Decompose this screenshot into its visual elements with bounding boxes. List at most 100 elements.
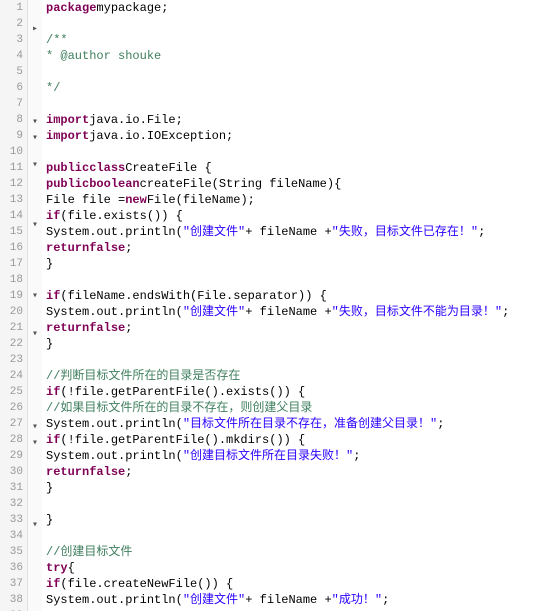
fold-marker bbox=[28, 234, 42, 245]
fold-marker bbox=[28, 496, 42, 507]
pl-token: ; bbox=[437, 416, 444, 432]
pl-token: (fileName.endsWith(File.separator)) { bbox=[60, 288, 326, 304]
pl-token: java.io.IOException; bbox=[89, 128, 233, 144]
pl-token: ; bbox=[353, 448, 360, 464]
fold-marker bbox=[28, 82, 42, 93]
pl-token: createFile(String fileName){ bbox=[140, 176, 342, 192]
fold-marker bbox=[28, 387, 42, 398]
line-number: 29 bbox=[0, 448, 27, 464]
pl-token: File file = bbox=[46, 192, 125, 208]
cm-token: */ bbox=[46, 80, 60, 96]
line-number-gutter: 1234567891011121314151617181920212223242… bbox=[0, 0, 28, 611]
pl-token: ; bbox=[125, 320, 132, 336]
fold-marker[interactable]: ▾ bbox=[28, 131, 42, 147]
fold-marker bbox=[28, 600, 42, 611]
fold-marker[interactable]: ▾ bbox=[28, 436, 42, 452]
kw-token: if bbox=[46, 576, 60, 592]
fold-marker bbox=[28, 409, 42, 420]
code-line: return false; bbox=[46, 320, 558, 336]
code-line bbox=[46, 144, 558, 160]
fold-marker bbox=[28, 534, 42, 545]
line-number: 2 bbox=[0, 16, 27, 32]
code-line: } bbox=[46, 256, 558, 272]
fold-marker bbox=[28, 256, 42, 267]
code-line: import java.io.IOException; bbox=[46, 128, 558, 144]
fold-marker bbox=[28, 104, 42, 115]
code-line: if(!file.getParentFile().exists()) { bbox=[46, 384, 558, 400]
code-line: package mypackage; bbox=[46, 0, 558, 16]
cm-token: //如果目标文件所在的目录不存在，则创建父目录 bbox=[46, 400, 312, 416]
line-number: 31 bbox=[0, 480, 27, 496]
pl-token: mypackage; bbox=[96, 0, 168, 16]
pl-token: (!file.getParentFile().mkdirs()) { bbox=[60, 432, 305, 448]
line-number: 3 bbox=[0, 32, 27, 48]
pl-token: ; bbox=[502, 304, 509, 320]
code-line: if(file.exists()) { bbox=[46, 208, 558, 224]
line-number: 28 bbox=[0, 432, 27, 448]
pl-token: File(fileName); bbox=[147, 192, 255, 208]
fold-marker[interactable]: ▾ bbox=[28, 158, 42, 174]
fold-marker bbox=[28, 507, 42, 518]
fold-marker[interactable]: ▾ bbox=[28, 420, 42, 436]
fold-marker bbox=[28, 354, 42, 365]
fold-marker bbox=[28, 589, 42, 600]
pl-token: (file.exists()) { bbox=[60, 208, 182, 224]
fold-marker bbox=[28, 463, 42, 474]
code-line: File file = new File(fileName); bbox=[46, 192, 558, 208]
code-line: System.out.println("目标文件所在目录不存在，准备创建父目录！… bbox=[46, 416, 558, 432]
fold-marker bbox=[28, 452, 42, 463]
code-line: } bbox=[46, 512, 558, 528]
cm-token: /** bbox=[46, 32, 68, 48]
fold-marker[interactable]: ▾ bbox=[28, 289, 42, 305]
fold-marker bbox=[28, 545, 42, 556]
code-line: */ bbox=[46, 80, 558, 96]
fold-marker bbox=[28, 11, 42, 22]
code-line: //如果目标文件所在的目录不存在，则创建父目录 bbox=[46, 400, 558, 416]
line-number: 33 bbox=[0, 512, 27, 528]
fold-marker bbox=[28, 49, 42, 60]
st-token: "成功！" bbox=[332, 592, 382, 608]
kw-token: return bbox=[46, 464, 89, 480]
code-line: return false; bbox=[46, 464, 558, 480]
code-line bbox=[46, 64, 558, 80]
pl-token: System.out.println( bbox=[46, 592, 183, 608]
pl-token: CreateFile { bbox=[125, 160, 211, 176]
fold-marker[interactable]: ▾ bbox=[28, 115, 42, 131]
fold-marker bbox=[28, 398, 42, 409]
fold-marker bbox=[28, 267, 42, 278]
fold-marker bbox=[28, 376, 42, 387]
pl-token: + fileName + bbox=[245, 592, 331, 608]
line-number: 35 bbox=[0, 544, 27, 560]
pl-token: ; bbox=[382, 592, 389, 608]
code-line: } bbox=[46, 336, 558, 352]
fold-marker[interactable]: ▾ bbox=[28, 327, 42, 343]
code-line: try { bbox=[46, 560, 558, 576]
fold-marker bbox=[28, 278, 42, 289]
pl-token: System.out.println( bbox=[46, 416, 183, 432]
fold-marker bbox=[28, 93, 42, 104]
kw-token: if bbox=[46, 288, 60, 304]
pl-token: System.out.println( bbox=[46, 304, 183, 320]
code-line: public boolean createFile(String fileNam… bbox=[46, 176, 558, 192]
pl-token: + fileName + bbox=[245, 224, 331, 240]
fold-marker bbox=[28, 556, 42, 567]
kw-token: import bbox=[46, 128, 89, 144]
pl-token: ; bbox=[125, 464, 132, 480]
kw-token: false bbox=[89, 464, 125, 480]
kw-token: if bbox=[46, 432, 60, 448]
kw-token: false bbox=[89, 320, 125, 336]
line-number: 15 bbox=[0, 224, 27, 240]
fold-marker bbox=[28, 71, 42, 82]
fold-gutter[interactable]: ▸▾▾▾▾▾▾▾▾▾ bbox=[28, 0, 42, 611]
fold-marker[interactable]: ▾ bbox=[28, 218, 42, 234]
kw-token: package bbox=[46, 0, 96, 16]
line-number: 34 bbox=[0, 528, 27, 544]
kw-token: if bbox=[46, 208, 60, 224]
fold-marker[interactable]: ▸ bbox=[28, 22, 42, 38]
fold-marker[interactable]: ▾ bbox=[28, 518, 42, 534]
pl-token: ; bbox=[478, 224, 485, 240]
pl-token: + fileName + bbox=[245, 304, 331, 320]
code-line: if (file.createNewFile()) { bbox=[46, 576, 558, 592]
code-content: package mypackage; /** * @author shouke … bbox=[42, 0, 558, 611]
code-line: } bbox=[46, 480, 558, 496]
